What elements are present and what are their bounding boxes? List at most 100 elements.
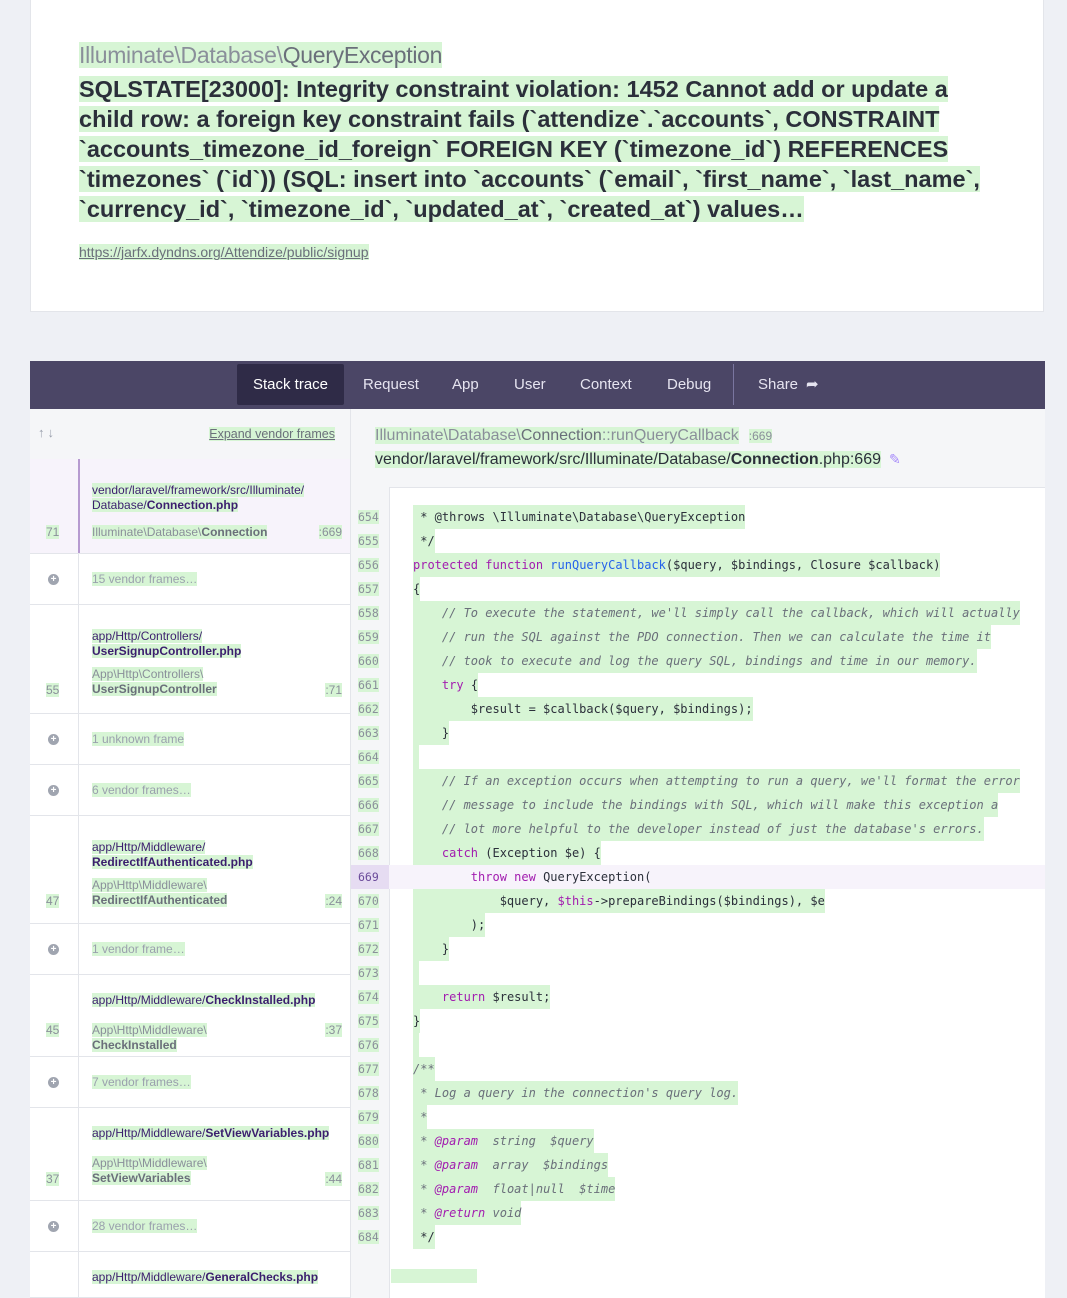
tab-user[interactable]: User bbox=[514, 364, 546, 405]
line-number[interactable]: 682 bbox=[351, 1177, 389, 1201]
code-text: * Log a query in the connection's query … bbox=[413, 1081, 739, 1105]
line-number[interactable]: 657 bbox=[351, 577, 389, 601]
vendor-frames-group[interactable]: +1 vendor frame… bbox=[30, 924, 350, 975]
vendor-frames-group[interactable]: +7 vendor frames… bbox=[30, 1057, 350, 1108]
stack-frame[interactable]: 55 app/Http/Controllers/UserSignupControl… bbox=[30, 605, 350, 714]
vendor-frames-label: 1 unknown frame bbox=[92, 732, 185, 746]
stack-frame[interactable]: app/Http/Middleware/GeneralChecks.php bbox=[30, 1252, 350, 1298]
vendor-frames-label: 7 vendor frames… bbox=[92, 1075, 191, 1089]
stack-frame[interactable]: 37 app/Http/Middleware/SetViewVariables.p… bbox=[30, 1108, 350, 1201]
code-file-prefix: vendor/laravel/framework/src/Illuminate/… bbox=[375, 451, 731, 468]
line-number[interactable]: 679 bbox=[351, 1105, 389, 1129]
code-text: return $result; bbox=[413, 985, 551, 1009]
line-number[interactable]: 676 bbox=[351, 1033, 389, 1057]
frame-number: 71 bbox=[46, 525, 60, 539]
line-number[interactable]: 659 bbox=[351, 625, 389, 649]
edit-pencil-icon[interactable]: ✎ bbox=[889, 451, 901, 467]
frame-path-prefix: vendor/laravel/framework/src/Illuminate/ bbox=[92, 483, 305, 497]
frame-file-path: app/Http/Middleware/SetViewVariables.php bbox=[92, 1126, 330, 1141]
line-number[interactable]: 680 bbox=[351, 1129, 389, 1153]
code-text: } bbox=[413, 1009, 421, 1033]
expand-plus-icon[interactable]: + bbox=[48, 785, 59, 796]
expand-vendor-frames-button[interactable]: Expand vendor frames bbox=[209, 427, 335, 441]
line-number[interactable]: 684 bbox=[351, 1225, 389, 1249]
expand-plus-icon[interactable]: + bbox=[48, 944, 59, 955]
code-line: 678 * Log a query in the connection's qu… bbox=[351, 1081, 1045, 1105]
line-number[interactable]: 667 bbox=[351, 817, 389, 841]
line-number[interactable]: 665 bbox=[351, 769, 389, 793]
code-line: 681 * @param array $bindings bbox=[351, 1153, 1045, 1177]
line-number[interactable]: 666 bbox=[351, 793, 389, 817]
line-number[interactable]: 669 bbox=[351, 865, 389, 889]
vendor-frames-group[interactable]: +6 vendor frames… bbox=[30, 765, 350, 816]
line-number[interactable]: 662 bbox=[351, 697, 389, 721]
stack-frame[interactable]: 47 app/Http/Middleware/RedirectIfAuthenti… bbox=[30, 816, 350, 924]
code-lines: 654 * @throws \Illuminate\Database\Query… bbox=[351, 505, 1045, 1249]
line-number[interactable]: 674 bbox=[351, 985, 389, 1009]
line-number[interactable]: 656 bbox=[351, 553, 389, 577]
tab-bar: Stack trace Request App User Context Deb… bbox=[30, 361, 1045, 409]
vendor-frames-label: 6 vendor frames… bbox=[92, 783, 191, 797]
expand-plus-icon[interactable]: + bbox=[48, 1077, 59, 1088]
line-number[interactable]: 661 bbox=[351, 673, 389, 697]
frame-gutter bbox=[30, 1108, 79, 1200]
code-header-file[interactable]: vendor/laravel/framework/src/Illuminate/… bbox=[375, 451, 901, 469]
line-number[interactable]: 654 bbox=[351, 505, 389, 529]
exception-class-prefix: Illuminate\Database\ bbox=[79, 42, 283, 68]
line-number[interactable]: 664 bbox=[351, 745, 389, 769]
code-line: 668 catch (Exception $e) { bbox=[351, 841, 1045, 865]
code-line: 672 } bbox=[351, 937, 1045, 961]
line-number[interactable]: 663 bbox=[351, 721, 389, 745]
vendor-frames-label: 28 vendor frames… bbox=[92, 1219, 198, 1233]
line-number[interactable]: 668 bbox=[351, 841, 389, 865]
frame-line-number: :71 bbox=[325, 683, 342, 697]
frame-gutter bbox=[30, 1252, 79, 1297]
vendor-frames-group[interactable]: +28 vendor frames… bbox=[30, 1201, 350, 1252]
request-url-link[interactable]: https://jarfx.dyndns.org/Attendize/publi… bbox=[79, 244, 369, 260]
tab-context[interactable]: Context bbox=[580, 364, 632, 405]
line-number[interactable]: 681 bbox=[351, 1153, 389, 1177]
stack-frame[interactable]: 71 vendor/laravel/framework/src/Illuminat… bbox=[30, 459, 350, 554]
frame-path-text: app/Http/Middleware/RedirectIfAuthentica… bbox=[92, 840, 253, 869]
line-number[interactable]: 675 bbox=[351, 1009, 389, 1033]
code-line: 664 bbox=[351, 745, 1045, 769]
tab-share[interactable]: Share ➦ bbox=[758, 364, 819, 405]
line-number[interactable]: 677 bbox=[351, 1057, 389, 1081]
code-line: 677 /** bbox=[351, 1057, 1045, 1081]
code-text: // lot more helpful to the developer ins… bbox=[413, 817, 984, 841]
frame-class: App\Http\Middleware\ RedirectIfAuthentica… bbox=[92, 878, 228, 908]
stack-frame[interactable]: 45 app/Http/Middleware/CheckInstalled.php… bbox=[30, 975, 350, 1057]
line-number[interactable]: 671 bbox=[351, 913, 389, 937]
tab-stack-trace[interactable]: Stack trace bbox=[237, 364, 345, 405]
code-text: // To execute the statement, we'll simpl… bbox=[413, 601, 1020, 625]
code-text: // If an exception occurs when attemptin… bbox=[413, 769, 1020, 793]
code-text: try { bbox=[413, 673, 479, 697]
line-number[interactable]: 655 bbox=[351, 529, 389, 553]
vendor-frames-group[interactable]: +15 vendor frames… bbox=[30, 554, 350, 605]
vendor-frames-group[interactable]: +1 unknown frame bbox=[30, 714, 350, 765]
line-number[interactable]: 683 bbox=[351, 1201, 389, 1225]
code-text: // took to execute and log the query SQL… bbox=[413, 649, 977, 673]
code-line: 662 $result = $callback($query, $binding… bbox=[351, 697, 1045, 721]
frame-class-text: App\Http\Controllers\ UserSignupControlle… bbox=[92, 667, 217, 696]
tab-app[interactable]: App bbox=[452, 364, 479, 405]
line-number[interactable]: 660 bbox=[351, 649, 389, 673]
line-number[interactable]: 658 bbox=[351, 601, 389, 625]
frame-class: App\Http\Middleware\ SetViewVariables bbox=[92, 1156, 207, 1186]
code-text bbox=[413, 961, 419, 985]
expand-plus-icon[interactable]: + bbox=[48, 1221, 59, 1232]
frame-navigation-icon[interactable]: ↑↓ bbox=[38, 425, 57, 440]
code-text: { bbox=[413, 577, 421, 601]
line-number[interactable]: 678 bbox=[351, 1081, 389, 1105]
frame-number: 47 bbox=[46, 894, 60, 908]
tab-debug[interactable]: Debug bbox=[667, 364, 711, 405]
line-number[interactable]: 673 bbox=[351, 961, 389, 985]
line-number[interactable]: 670 bbox=[351, 889, 389, 913]
expand-plus-icon[interactable]: + bbox=[48, 574, 59, 585]
expand-plus-icon[interactable]: + bbox=[48, 734, 59, 745]
code-line: 657 { bbox=[351, 577, 1045, 601]
code-line: 656 protected function runQueryCallback($… bbox=[351, 553, 1045, 577]
code-text: * @param array $bindings bbox=[413, 1153, 609, 1177]
tab-request[interactable]: Request bbox=[363, 364, 419, 405]
line-number[interactable]: 672 bbox=[351, 937, 389, 961]
